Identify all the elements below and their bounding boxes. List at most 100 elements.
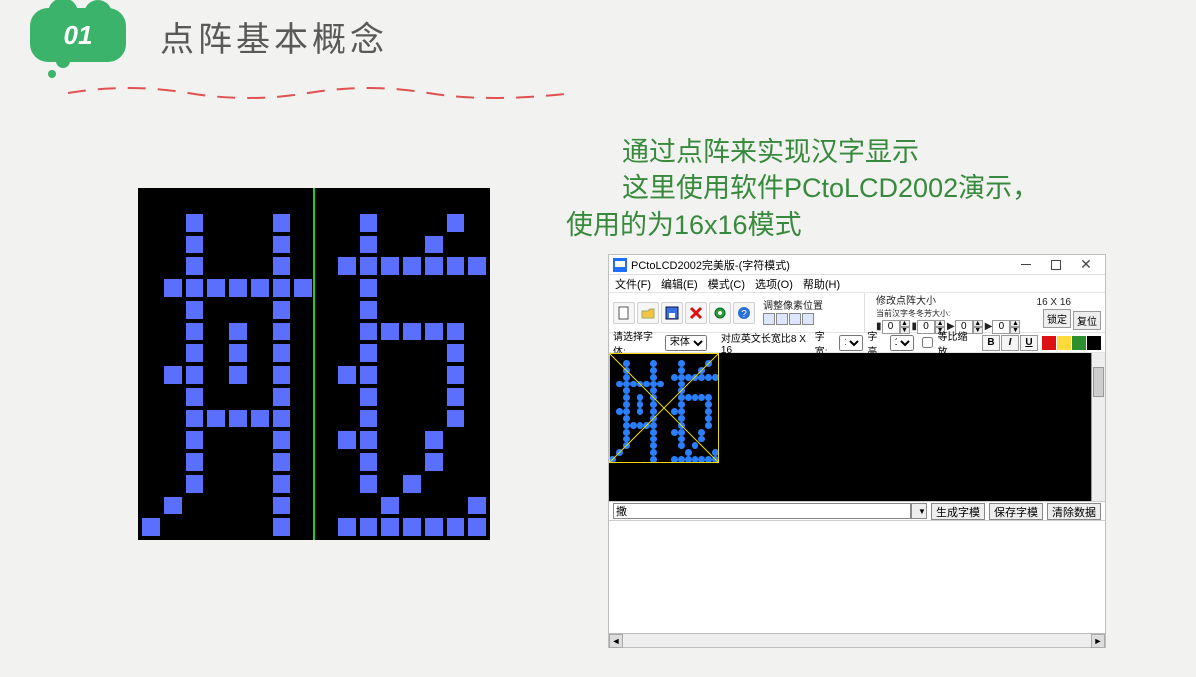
settings-icon[interactable]: [709, 302, 731, 324]
matrix-cell: [229, 214, 247, 232]
matrix-cell: [360, 388, 378, 406]
dot-matrix-16x16: [138, 188, 490, 540]
matrix-cell: [294, 475, 312, 493]
matrix-cell: [403, 214, 421, 232]
minimize-button[interactable]: [1011, 255, 1041, 275]
matrix-cell: [316, 192, 334, 210]
underline-button[interactable]: U: [1020, 335, 1038, 351]
matrix-cell: [251, 410, 269, 428]
matrix-cell: [142, 257, 160, 275]
menu-bar: 文件(F) 编辑(E) 模式(C) 选项(O) 帮助(H): [609, 275, 1105, 293]
char-width-select[interactable]: 16: [839, 335, 863, 351]
matrix-cell: [316, 214, 334, 232]
new-file-icon[interactable]: [613, 302, 635, 324]
matrix-cell: [207, 279, 225, 297]
matrix-cell: [425, 344, 443, 362]
matrix-cell: [316, 323, 334, 341]
matrix-cell: [273, 431, 291, 449]
matrix-cell: [468, 475, 486, 493]
toolbar: ? 调整像素位置 修改点阵大小 当前汉字冬冬芳大小: ▮▲▼ ▮▲▼ ▶▲▼ ▶…: [609, 293, 1105, 333]
matrix-cell: [316, 301, 334, 319]
aux-color-swatch[interactable]: [1072, 336, 1086, 350]
menu-options[interactable]: 选项(O): [755, 276, 793, 292]
matrix-cell: [468, 214, 486, 232]
reset-button[interactable]: 复位: [1073, 311, 1101, 330]
matrix-cell: [273, 344, 291, 362]
canvas-vscrollbar[interactable]: [1091, 353, 1105, 501]
fg-color-swatch[interactable]: [1042, 336, 1056, 350]
text-dropdown-button[interactable]: ▼: [911, 503, 927, 519]
matrix-cell: [381, 475, 399, 493]
open-file-icon[interactable]: [637, 302, 659, 324]
matrix-cell: [425, 323, 443, 341]
matrix-cell: [164, 366, 182, 384]
matrix-cell: [338, 453, 356, 471]
scroll-right-icon[interactable]: ►: [1091, 634, 1105, 648]
move-icons[interactable]: [763, 313, 815, 328]
output-textarea[interactable]: ◄ ►: [609, 521, 1105, 647]
matrix-cell: [403, 366, 421, 384]
matrix-cell: [447, 497, 465, 515]
matrix-cell: [316, 257, 334, 275]
matrix-cell: [294, 518, 312, 536]
matrix-cell: [381, 431, 399, 449]
matrix-cell: [229, 518, 247, 536]
italic-button[interactable]: I: [1001, 335, 1019, 351]
save-glyph-button[interactable]: 保存字模: [989, 503, 1043, 520]
matrix-cell: [186, 301, 204, 319]
svg-text:?: ?: [741, 309, 747, 320]
matrix-cell: [425, 475, 443, 493]
scroll-left-icon[interactable]: ◄: [609, 634, 623, 648]
close-button[interactable]: ✕: [1071, 255, 1101, 275]
matrix-cell: [338, 236, 356, 254]
clear-data-button[interactable]: 清除数据: [1047, 503, 1101, 520]
matrix-cell: [229, 344, 247, 362]
menu-help[interactable]: 帮助(H): [803, 276, 840, 292]
output-hscrollbar[interactable]: ◄ ►: [609, 633, 1105, 647]
text-input[interactable]: [613, 503, 911, 519]
bg-color-swatch[interactable]: [1057, 336, 1071, 350]
help-icon[interactable]: ?: [733, 302, 755, 324]
generate-button[interactable]: 生成字模: [931, 503, 985, 520]
menu-mode[interactable]: 模式(C): [708, 276, 745, 292]
matrix-cell: [447, 366, 465, 384]
matrix-cell: [381, 323, 399, 341]
matrix-cell: [338, 366, 356, 384]
height-bottom-spin[interactable]: ▶▲▼: [985, 320, 1021, 334]
matrix-cell: [403, 279, 421, 297]
matrix-cell: [468, 236, 486, 254]
matrix-cell: [294, 323, 312, 341]
matrix-cell: [468, 388, 486, 406]
font-option-row: 请选择字体: 宋体 对应英文长宽比8 X 16 字宽: 16 字高 16 等比缩…: [609, 333, 1105, 353]
matrix-cell: [425, 518, 443, 536]
matrix-cell: [294, 366, 312, 384]
char-height-select[interactable]: 16: [890, 335, 914, 351]
matrix-cell: [186, 214, 204, 232]
delete-icon[interactable]: [685, 302, 707, 324]
matrix-cell: [447, 323, 465, 341]
matrix-cell: [164, 431, 182, 449]
matrix-cell: [142, 214, 160, 232]
font-select[interactable]: 宋体: [665, 335, 707, 351]
matrix-cell: [273, 279, 291, 297]
preview-canvas[interactable]: [609, 353, 1105, 501]
save-icon[interactable]: [661, 302, 683, 324]
resize-hint: 当前汉字冬冬芳大小:: [876, 308, 950, 319]
menu-file[interactable]: 文件(F): [615, 276, 651, 292]
matrix-cell: [338, 475, 356, 493]
matrix-cell: [142, 518, 160, 536]
divider-squiggle: [68, 86, 574, 98]
size-readout: 16 X 16 锁定: [1037, 297, 1071, 328]
matrix-cell: [447, 475, 465, 493]
canvas-bg-swatch[interactable]: [1087, 336, 1101, 350]
bold-button[interactable]: B: [982, 335, 1000, 351]
matrix-cell: [186, 192, 204, 210]
matrix-cell: [447, 453, 465, 471]
matrix-cell: [425, 410, 443, 428]
matrix-cell: [251, 301, 269, 319]
menu-edit[interactable]: 编辑(E): [661, 276, 698, 292]
matrix-cell: [338, 410, 356, 428]
maximize-button[interactable]: [1041, 255, 1071, 275]
lock-button[interactable]: 锁定: [1043, 309, 1071, 328]
eng-ratio-text: 对应英文长宽比8 X 16: [721, 330, 811, 356]
